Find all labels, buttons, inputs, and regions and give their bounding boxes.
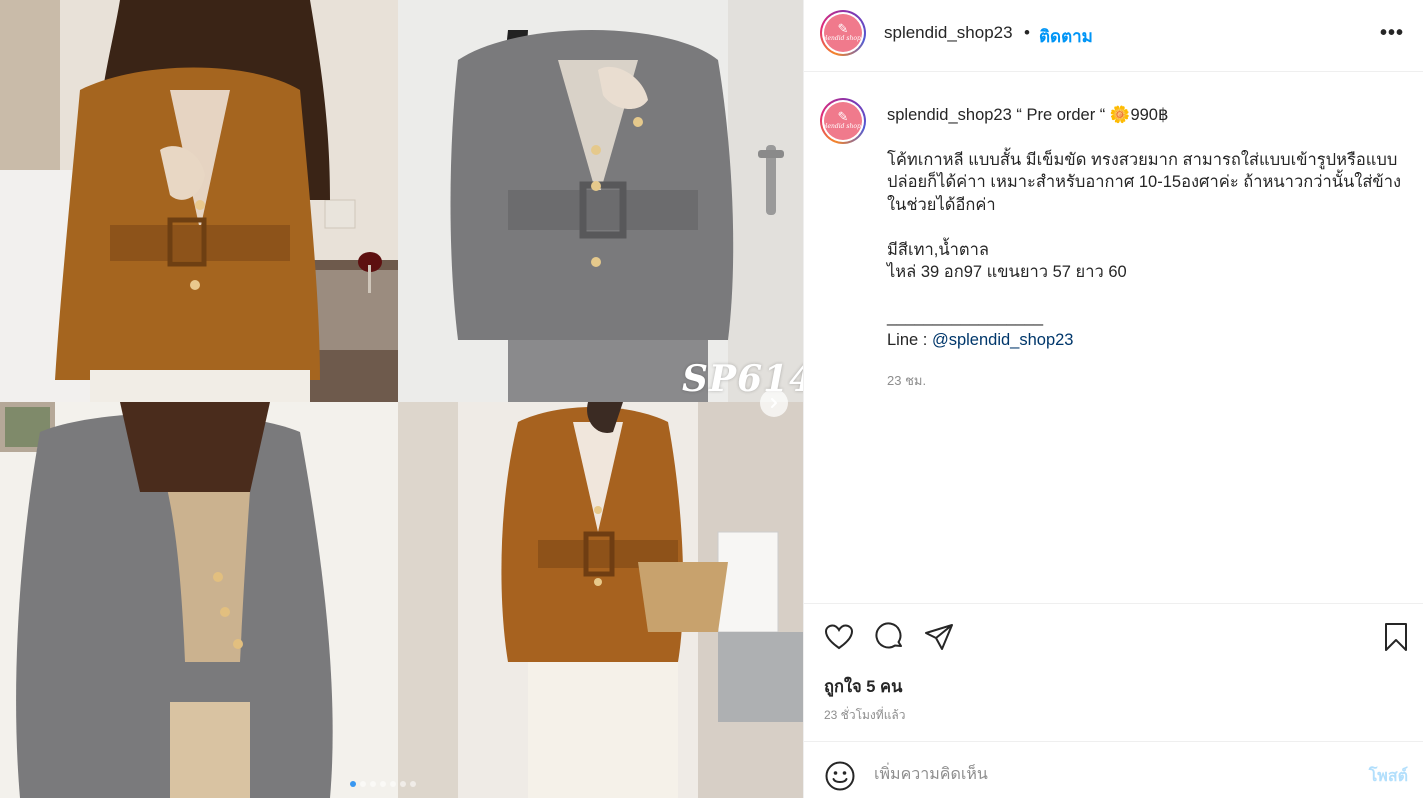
caption-time: 23 ชม. — [887, 373, 927, 388]
more-options-icon[interactable]: ••• — [1380, 22, 1404, 45]
photo-gray-coat-top-right — [398, 0, 803, 402]
slide-dot — [370, 781, 376, 787]
chevron-right-icon — [771, 398, 777, 408]
slide-indicator — [350, 781, 416, 787]
heart-icon[interactable] — [823, 621, 855, 653]
comment-icon[interactable] — [874, 621, 906, 653]
action-bar: ถูกใจ 5 คน 23 ชั่วโมงที่แล้ว — [804, 603, 1423, 741]
add-comment-bar: โพสต์ — [804, 741, 1423, 798]
slide-dot — [380, 781, 386, 787]
follow-button[interactable]: ติดตาม — [1039, 23, 1093, 50]
caption-divider: _________________ — [887, 308, 1044, 326]
slide-dot — [350, 781, 356, 787]
caption-line-3: ไหล่ 39 อก97 แขนยาว 57 ยาว 60 — [887, 263, 1127, 281]
slide-dot — [400, 781, 406, 787]
sunflower-icon: 🌼 — [1109, 106, 1131, 124]
photo-brown-coat-top-left — [0, 0, 398, 402]
slide-dot — [410, 781, 416, 787]
post-comment-button[interactable]: โพสต์ — [1369, 764, 1408, 789]
shop-logo: ✎ Splendid shop23 — [824, 102, 862, 140]
slide-dot — [360, 781, 366, 787]
share-icon[interactable] — [923, 621, 955, 653]
caption-text: splendid_shop23 “ Pre order “ 🌼990฿ โค้ท… — [887, 104, 1407, 351]
header-username-link[interactable]: splendid_shop23 — [884, 23, 1013, 43]
caption-username-link[interactable]: splendid_shop23 — [887, 106, 1012, 124]
post-side-panel: ✎ Splendid shop23 splendid_shop23 • ติดต… — [803, 0, 1423, 798]
line-handle-link[interactable]: @splendid_shop23 — [932, 331, 1074, 349]
next-slide-button[interactable] — [760, 389, 788, 417]
bookmark-icon[interactable] — [1380, 621, 1412, 653]
caption-price: 990฿ — [1130, 106, 1169, 124]
photo-gray-blazer-bottom-left — [0, 402, 398, 798]
caption-avatar[interactable]: ✎ Splendid shop23 — [820, 98, 866, 144]
caption-line-2: มีสีเทา,น้ำตาล — [887, 240, 989, 259]
comment-input[interactable] — [874, 761, 1334, 789]
photo-brown-coat-bottom-right — [398, 402, 803, 798]
likes-count[interactable]: ถูกใจ 5 คน — [824, 674, 902, 700]
line-prefix: Line : — [887, 330, 932, 349]
caption-line-0: โค้ทเกาหลี แบบสั้น มีเข็มขัด ทรงสวยมาก ส… — [887, 150, 1402, 214]
shop-logo: ✎ Splendid shop23 — [824, 14, 862, 52]
header-separator: • — [1024, 23, 1030, 42]
post-media[interactable]: SP6143 — [0, 0, 803, 798]
emoji-icon[interactable] — [824, 760, 856, 792]
caption-title: “ Pre order “ — [1011, 106, 1110, 124]
post-timestamp[interactable]: 23 ชั่วโมงที่แล้ว — [824, 706, 906, 725]
post-header: ✎ Splendid shop23 splendid_shop23 • ติดต… — [804, 0, 1423, 72]
slide-dot — [390, 781, 396, 787]
comments-area: ✎ Splendid shop23 splendid_shop23 “ Pre … — [804, 73, 1423, 603]
avatar[interactable]: ✎ Splendid shop23 — [820, 10, 866, 56]
